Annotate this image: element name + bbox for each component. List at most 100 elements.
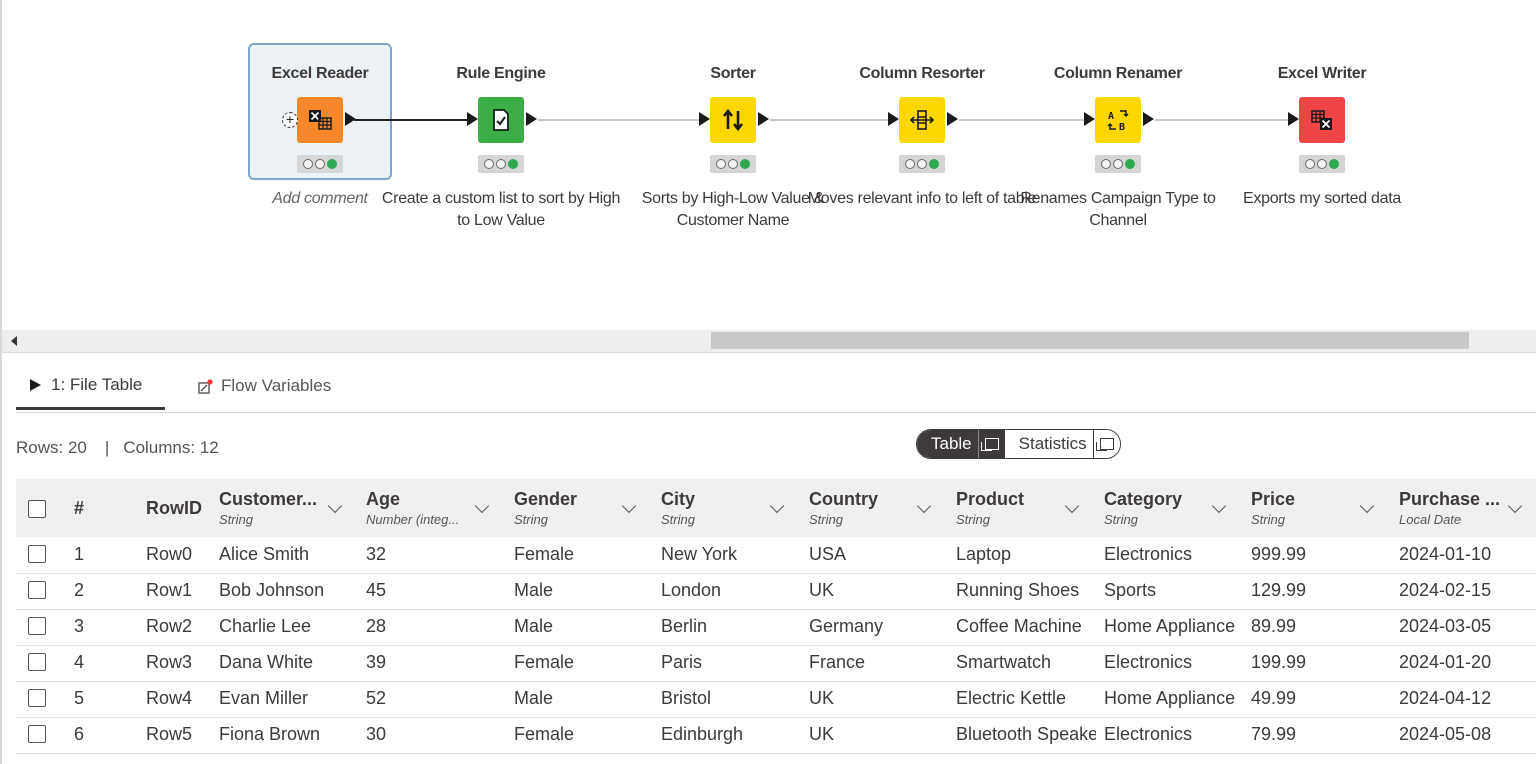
rule-engine-icon[interactable] bbox=[478, 97, 524, 143]
column-count: Columns: 12 bbox=[123, 438, 219, 457]
column-header-name[interactable]: Price bbox=[1251, 489, 1356, 510]
column-renamer-icon[interactable]: AB bbox=[1095, 97, 1141, 143]
cell-category: Electronics bbox=[1104, 724, 1193, 744]
cell-product: Bluetooth Speaker bbox=[956, 724, 1096, 744]
output-port[interactable] bbox=[947, 112, 958, 126]
chevron-down-icon[interactable] bbox=[1507, 498, 1523, 514]
cell-customer: Fiona Brown bbox=[219, 724, 321, 744]
row-checkbox[interactable] bbox=[28, 581, 46, 599]
cell-customer: Alice Smith bbox=[219, 544, 310, 564]
cell-customer: Evan Miller bbox=[219, 688, 309, 708]
cell-city: Berlin bbox=[661, 616, 708, 636]
input-port[interactable] bbox=[699, 112, 710, 126]
table-row[interactable]: 5 Row4 Evan Miller 52 Male Bristol UK El… bbox=[16, 681, 1536, 718]
input-port[interactable] bbox=[888, 112, 899, 126]
chevron-down-icon[interactable] bbox=[769, 498, 785, 514]
cell-gender: Female bbox=[514, 724, 575, 744]
scroll-left-arrow-icon[interactable] bbox=[11, 336, 17, 346]
chevron-down-icon[interactable] bbox=[1359, 498, 1375, 514]
chevron-down-icon[interactable] bbox=[916, 498, 932, 514]
table-header: # RowID Customer... String Age Number (i… bbox=[16, 479, 1536, 537]
cell-purchase-date: 2024-01-20 bbox=[1399, 652, 1492, 672]
popout-icon[interactable] bbox=[977, 430, 1005, 458]
cell-product: Coffee Machine bbox=[956, 616, 1082, 636]
select-all-checkbox[interactable] bbox=[28, 500, 46, 518]
statistics-view-option[interactable]: Statistics bbox=[1004, 430, 1120, 458]
column-header-name[interactable]: Country bbox=[809, 489, 914, 510]
svg-text:B: B bbox=[1119, 122, 1125, 133]
cell-age: 52 bbox=[366, 688, 387, 708]
cell-age: 45 bbox=[366, 580, 387, 600]
chevron-down-icon[interactable] bbox=[621, 498, 637, 514]
node-title: Sorter bbox=[710, 65, 756, 82]
canvas-horizontal-scrollbar[interactable] bbox=[2, 330, 1536, 353]
row-index: 6 bbox=[74, 724, 85, 744]
cell-city: Bristol bbox=[661, 688, 712, 708]
chevron-down-icon[interactable] bbox=[1211, 498, 1227, 514]
node-comment[interactable]: Create a custom list to sort by High to … bbox=[381, 188, 621, 232]
column-header-name[interactable]: Category bbox=[1104, 489, 1209, 510]
output-port[interactable] bbox=[526, 112, 537, 126]
cell-price: 129.99 bbox=[1251, 580, 1307, 600]
statistics-option-label: Statistics bbox=[1018, 434, 1087, 453]
scrollbar-thumb[interactable] bbox=[711, 332, 1469, 349]
popout-icon[interactable] bbox=[1092, 430, 1120, 458]
column-header-name[interactable]: Age bbox=[366, 489, 471, 510]
cell-price: 89.99 bbox=[1251, 616, 1297, 636]
excel-reader-icon[interactable] bbox=[297, 97, 343, 143]
output-tabs: 1: File Table Flow Variables bbox=[16, 362, 1536, 413]
connection-column-renamer-excel-writer bbox=[1155, 119, 1293, 121]
column-header-name[interactable]: Purchase ... bbox=[1399, 489, 1504, 510]
cell-gender: Female bbox=[514, 652, 575, 672]
row-checkbox[interactable] bbox=[28, 653, 46, 671]
chevron-down-icon[interactable] bbox=[327, 498, 343, 514]
chevron-down-icon[interactable] bbox=[474, 498, 490, 514]
output-port[interactable] bbox=[758, 112, 769, 126]
input-port[interactable] bbox=[1084, 112, 1095, 126]
node-status bbox=[478, 155, 524, 173]
table-view-option[interactable]: Table bbox=[917, 430, 1005, 458]
sort-arrows-icon[interactable] bbox=[710, 97, 756, 143]
cell-purchase-date: 2024-04-12 bbox=[1399, 688, 1492, 708]
excel-writer-icon[interactable] bbox=[1299, 97, 1345, 143]
row-checkbox[interactable] bbox=[28, 725, 46, 743]
node-status bbox=[1299, 155, 1345, 173]
row-checkbox[interactable] bbox=[28, 689, 46, 707]
column-header-type: String bbox=[956, 512, 990, 527]
row-checkbox[interactable] bbox=[28, 617, 46, 635]
cell-age: 28 bbox=[366, 616, 387, 636]
cell-age: 30 bbox=[366, 724, 387, 744]
input-port[interactable] bbox=[467, 112, 478, 126]
column-header-name[interactable]: City bbox=[661, 489, 766, 510]
column-header-name[interactable]: Customer... bbox=[219, 489, 319, 510]
table-row[interactable]: 1 Row0 Alice Smith 32 Female New York US… bbox=[16, 537, 1536, 574]
node-comment[interactable]: Exports my sorted data bbox=[1202, 188, 1442, 210]
tab-file-table[interactable]: 1: File Table bbox=[16, 362, 165, 410]
node-title: Excel Writer bbox=[1277, 65, 1367, 82]
cell-price: 999.99 bbox=[1251, 544, 1307, 564]
tab-flow-variables[interactable]: Flow Variables bbox=[198, 362, 331, 410]
column-resorter-icon[interactable] bbox=[899, 97, 945, 143]
table-row[interactable]: 6 Row5 Fiona Brown 30 Female Edinburgh U… bbox=[16, 717, 1536, 754]
row-index: 1 bbox=[74, 544, 85, 564]
table-row[interactable]: 4 Row3 Dana White 39 Female Paris France… bbox=[16, 645, 1536, 682]
cell-category: Electronics bbox=[1104, 544, 1193, 564]
output-port[interactable] bbox=[345, 112, 356, 126]
cell-age: 32 bbox=[366, 544, 387, 564]
chevron-down-icon[interactable] bbox=[1064, 498, 1080, 514]
column-header-type: String bbox=[1104, 512, 1138, 527]
workflow-canvas[interactable]: Excel Reader Add comment + Rule Engine C… bbox=[2, 0, 1536, 330]
column-header-type: Number (integ... bbox=[366, 512, 460, 527]
row-checkbox[interactable] bbox=[28, 545, 46, 563]
column-header-name[interactable]: Gender bbox=[514, 489, 619, 510]
cell-category: Electronics bbox=[1104, 652, 1193, 672]
table-row[interactable]: 2 Row1 Bob Johnson 45 Male London UK Run… bbox=[16, 573, 1536, 610]
table-row[interactable]: 3 Row2 Charlie Lee 28 Male Berlin German… bbox=[16, 609, 1536, 646]
cell-city: Edinburgh bbox=[661, 724, 744, 744]
rowid-header[interactable]: RowID bbox=[146, 498, 202, 519]
add-port-icon[interactable]: + bbox=[282, 112, 298, 128]
output-port[interactable] bbox=[1143, 112, 1154, 126]
input-port[interactable] bbox=[1288, 112, 1299, 126]
column-header-name[interactable]: Product bbox=[956, 489, 1061, 510]
column-header-type: Local Date bbox=[1399, 512, 1462, 527]
